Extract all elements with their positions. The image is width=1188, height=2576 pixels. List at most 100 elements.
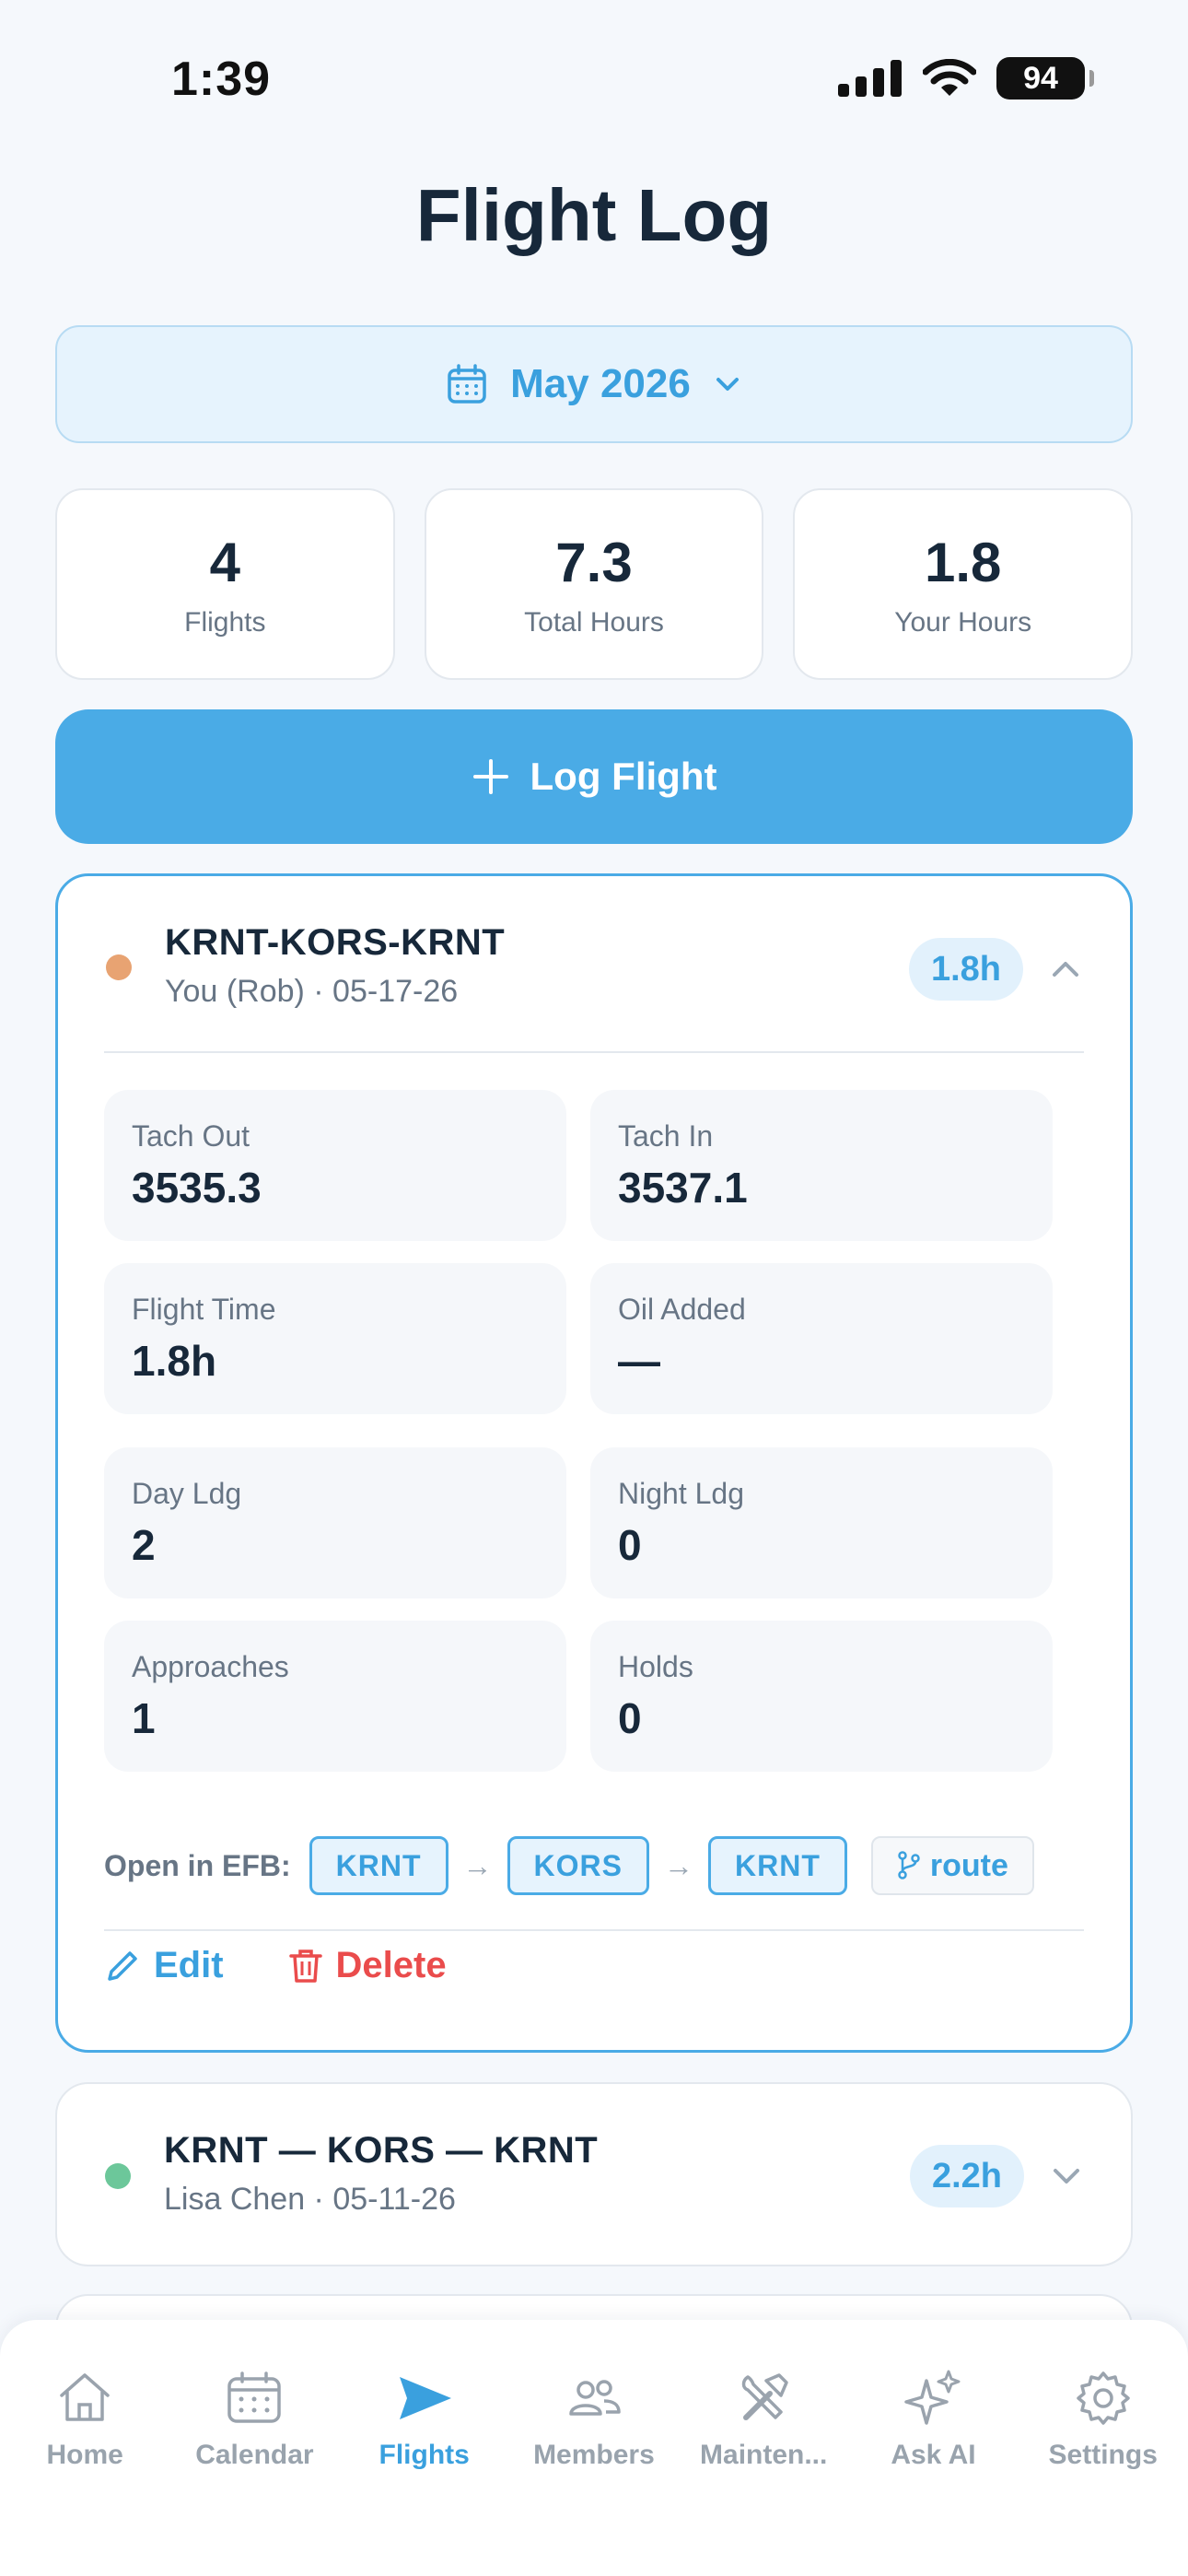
detail-label: Tach In — [618, 1119, 714, 1153]
divider — [104, 1051, 1084, 1053]
detail-label: Holds — [618, 1650, 693, 1683]
paper-plane-icon — [399, 2377, 451, 2419]
status-bar: 1:39 94 — [0, 0, 1188, 157]
edit-button[interactable]: Edit — [104, 1945, 224, 1986]
flight-hours-badge: 1.8h — [908, 938, 1023, 1001]
detail-flight-time: Flight Time 1.8h — [104, 1263, 566, 1414]
detail-value: 0 — [618, 1694, 642, 1742]
tab-label: Mainten... — [700, 2440, 828, 2470]
tab-flights[interactable]: Flights — [340, 2368, 509, 2471]
tab-label: Flights — [379, 2440, 470, 2470]
tab-ask-ai[interactable]: Ask AI — [848, 2368, 1018, 2471]
efb-route-button[interactable]: route — [870, 1836, 1034, 1895]
efb-airport-chip[interactable]: KRNT — [309, 1836, 448, 1895]
log-flight-button[interactable]: Log Flight — [55, 709, 1133, 844]
stat-total-hours: 7.3 Total Hours — [424, 488, 764, 680]
stat-your-hours: 1.8 Your Hours — [793, 488, 1134, 680]
tab-label: Ask AI — [891, 2440, 976, 2470]
stat-value: 4 — [209, 531, 241, 593]
stats-row: 4 Flights 7.3 Total Hours 1.8 Your Hours — [55, 488, 1134, 680]
efb-airport-chip[interactable]: KORS — [507, 1836, 649, 1895]
calendar-icon — [448, 364, 486, 404]
calendar-icon — [227, 2371, 282, 2423]
stat-value: 1.8 — [924, 531, 1002, 593]
stat-label: Flights — [184, 606, 266, 638]
detail-value: 3535.3 — [132, 1164, 262, 1212]
tab-bar: Home Calendar Flights Members Mainten...… — [0, 2320, 1188, 2576]
divider — [104, 1929, 1084, 1931]
gear-icon — [1076, 2371, 1130, 2425]
home-icon — [60, 2373, 110, 2421]
battery-indicator: 94 — [996, 57, 1094, 100]
detail-value: 2 — [132, 1521, 156, 1569]
flight-card-header[interactable]: KRNT-KORS-KRNT You (Rob) · 05-17-26 1.8h — [58, 876, 1130, 1051]
delete-label: Delete — [335, 1945, 447, 1985]
chevron-down-icon — [716, 378, 739, 391]
efb-airport-chip[interactable]: KRNT — [707, 1836, 847, 1895]
detail-oil-added: Oil Added — — [590, 1263, 1053, 1414]
chevron-down-icon[interactable] — [1048, 2158, 1085, 2195]
edit-label: Edit — [154, 1945, 224, 1985]
arrow-right-icon: → — [462, 1848, 493, 1882]
month-label: May 2026 — [510, 361, 691, 406]
flight-subtitle: Lisa Chen · 05-11-26 — [164, 2182, 456, 2217]
detail-label: Approaches — [132, 1650, 289, 1683]
tab-members[interactable]: Members — [509, 2368, 679, 2471]
cellular-signal-icon — [838, 60, 902, 97]
detail-label: Oil Added — [618, 1293, 746, 1326]
flight-actions: Edit Delete — [104, 1945, 447, 1986]
chevron-up-icon[interactable] — [1047, 951, 1084, 988]
detail-day-landings: Day Ldg 2 — [104, 1447, 566, 1598]
detail-approaches: Approaches 1 — [104, 1621, 566, 1772]
detail-label: Tach Out — [132, 1119, 250, 1153]
pilot-color-dot — [105, 2163, 131, 2189]
efb-label: Open in EFB: — [104, 1848, 291, 1882]
tab-settings[interactable]: Settings — [1019, 2368, 1188, 2471]
flight-card-expanded: KRNT-KORS-KRNT You (Rob) · 05-17-26 1.8h… — [55, 873, 1133, 2053]
tab-label: Calendar — [195, 2440, 314, 2470]
flight-route: KRNT — KORS — KRNT — [164, 2130, 599, 2171]
detail-night-landings: Night Ldg 0 — [590, 1447, 1053, 1598]
detail-value: 1.8h — [132, 1337, 217, 1385]
detail-label: Night Ldg — [618, 1477, 744, 1510]
detail-value: 1 — [132, 1694, 156, 1742]
tab-home[interactable]: Home — [0, 2368, 169, 2471]
flight-route: KRNT-KORS-KRNT — [165, 922, 506, 963]
status-icons: 94 — [838, 57, 1094, 100]
log-flight-label: Log Flight — [530, 755, 717, 798]
route-label: route — [929, 1847, 1008, 1883]
flight-hours-badge: 2.2h — [909, 2145, 1024, 2207]
detail-tach-in: Tach In 3537.1 — [590, 1090, 1053, 1241]
members-icon — [569, 2380, 621, 2416]
route-branch-icon — [898, 1851, 920, 1879]
pilot-color-dot — [106, 954, 132, 980]
detail-value: 0 — [618, 1521, 642, 1569]
tab-label: Settings — [1048, 2440, 1158, 2470]
sparkles-icon — [904, 2370, 961, 2425]
detail-holds: Holds 0 — [590, 1621, 1053, 1772]
detail-value: — — [618, 1337, 660, 1385]
pencil-icon — [108, 1950, 137, 1981]
status-time: 1:39 — [171, 53, 272, 106]
stat-flights: 4 Flights — [55, 488, 395, 680]
month-picker[interactable]: May 2026 — [55, 325, 1133, 443]
delete-button[interactable]: Delete — [288, 1945, 447, 1986]
tab-label: Members — [533, 2440, 655, 2470]
flight-subtitle: You (Rob) · 05-17-26 — [165, 974, 459, 1009]
detail-value: 3537.1 — [618, 1164, 748, 1212]
tab-maintenance[interactable]: Mainten... — [679, 2368, 848, 2471]
detail-label: Day Ldg — [132, 1477, 242, 1510]
trash-icon — [288, 1949, 322, 1983]
tab-label: Home — [46, 2440, 123, 2470]
flight-card-collapsed[interactable]: KRNT — KORS — KRNT Lisa Chen · 05-11-26 … — [55, 2082, 1133, 2266]
detail-label: Flight Time — [132, 1293, 276, 1326]
page-title: Flight Log — [415, 174, 773, 256]
stat-value: 7.3 — [555, 531, 633, 593]
stat-label: Your Hours — [894, 606, 1032, 638]
stat-label: Total Hours — [524, 606, 664, 638]
tools-icon — [741, 2373, 788, 2420]
efb-links: Open in EFB: KRNT → KORS → KRNT route — [104, 1836, 1034, 1895]
plus-icon — [472, 759, 508, 794]
tab-calendar[interactable]: Calendar — [169, 2368, 339, 2471]
arrow-right-icon: → — [663, 1848, 693, 1882]
